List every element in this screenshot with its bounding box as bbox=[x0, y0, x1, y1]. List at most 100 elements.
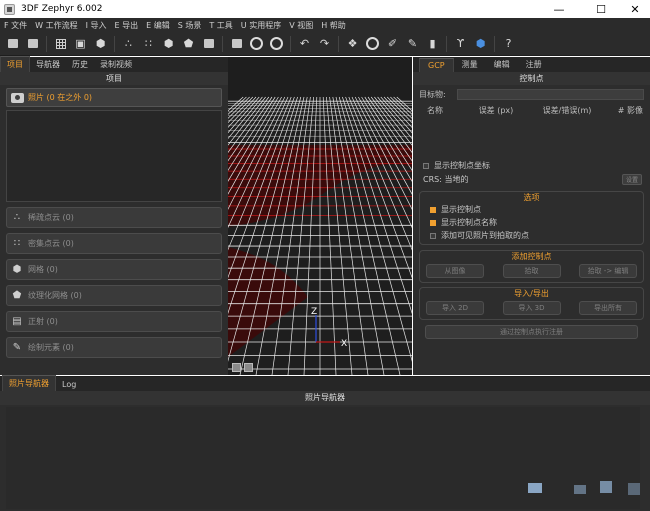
col-name: 名称 bbox=[427, 105, 443, 115]
viewport-small-button[interactable] bbox=[244, 363, 253, 372]
pick-button[interactable]: 拾取 bbox=[502, 264, 561, 278]
ruler-icon[interactable]: ✎ bbox=[406, 37, 419, 50]
tab-edit[interactable]: 编辑 bbox=[486, 57, 518, 72]
menu-scene[interactable]: S 场景 bbox=[178, 20, 202, 31]
target-select[interactable] bbox=[457, 88, 644, 100]
undo-icon[interactable]: ↶ bbox=[298, 37, 311, 50]
cube-icon[interactable]: ▣ bbox=[74, 37, 87, 50]
crs-label: CRS: bbox=[423, 175, 442, 184]
textured-mesh-icon[interactable]: ⬟ bbox=[182, 37, 195, 50]
camera-icon[interactable] bbox=[230, 37, 243, 50]
menu-file[interactable]: F 文件 bbox=[4, 20, 27, 31]
option-show-cp-names[interactable]: 显示控制点名称 bbox=[420, 216, 643, 229]
dense-cloud-label: 密集点云 (0) bbox=[28, 239, 74, 248]
mesh-button[interactable]: ⬢ 网格 (0) bbox=[6, 259, 222, 280]
menu-help[interactable]: H 帮助 bbox=[321, 20, 346, 31]
import-export-group: 导入/导出 导入 2D 导入 3D 导出所有 bbox=[419, 287, 644, 320]
drawing-icon: ✎ bbox=[12, 342, 22, 353]
tab-log[interactable]: Log bbox=[56, 378, 82, 391]
add-cp-title: 添加控制点 bbox=[511, 252, 552, 261]
toolbar-divider bbox=[46, 35, 47, 52]
sparse-cloud-icon: ∴ bbox=[13, 212, 21, 223]
close-button[interactable]: ✕ bbox=[622, 0, 648, 18]
tab-navigator[interactable]: 导航器 bbox=[30, 57, 66, 72]
tab-gcp[interactable]: GCP bbox=[419, 58, 454, 72]
textured-mesh-button[interactable]: ⬟ 纹理化网格 (0) bbox=[6, 285, 222, 306]
select-icon[interactable]: ❖ bbox=[346, 37, 359, 50]
folder-icon[interactable] bbox=[6, 37, 19, 50]
menu-view[interactable]: V 视图 bbox=[289, 20, 313, 31]
sparse-cloud-button[interactable]: ∴ 稀疏点云 (0) bbox=[6, 207, 222, 228]
cube-solid-icon[interactable]: ⬢ bbox=[94, 37, 107, 50]
show-cp-checkbox[interactable] bbox=[430, 206, 436, 213]
dense-cloud-button[interactable]: ∷ 密集点云 (0) bbox=[6, 233, 222, 254]
menu-export[interactable]: E 导出 bbox=[115, 20, 139, 31]
points-icon[interactable]: ∴ bbox=[122, 37, 135, 50]
photos-header[interactable]: 照片 (0 在之外 0) bbox=[6, 88, 222, 107]
ortho-label: 正射 (0) bbox=[28, 317, 58, 326]
export-all-button[interactable]: 导出所有 bbox=[579, 301, 637, 315]
show-coords-row[interactable]: 显示控制点坐标 bbox=[413, 159, 650, 172]
tab-photo-navigator[interactable]: 照片导航器 bbox=[2, 375, 56, 391]
refresh-icon[interactable] bbox=[250, 37, 263, 50]
textured-mesh-icon: ⬟ bbox=[12, 290, 22, 301]
menu-utilities[interactable]: U 实用程序 bbox=[241, 20, 281, 31]
toolbar-divider bbox=[114, 35, 115, 52]
stats-icon[interactable]: ▮ bbox=[426, 37, 439, 50]
axis-x-label: X bbox=[341, 339, 347, 349]
menu-import[interactable]: I 导入 bbox=[86, 20, 107, 31]
mesh-icon[interactable]: ⬢ bbox=[162, 37, 175, 50]
tab-measure[interactable]: 测量 bbox=[454, 57, 486, 72]
ortho-button[interactable]: ▤ 正射 (0) bbox=[6, 311, 222, 332]
show-coords-label: 显示控制点坐标 bbox=[434, 161, 490, 170]
import-2d-button[interactable]: 导入 2D bbox=[426, 301, 484, 315]
orthophoto-icon[interactable] bbox=[202, 37, 215, 50]
add-visible-photos-checkbox[interactable] bbox=[430, 232, 436, 239]
menu-tools[interactable]: T 工具 bbox=[209, 20, 232, 31]
crs-settings-button[interactable]: 设置 bbox=[622, 174, 642, 185]
add-cp-group: 添加控制点 从图像 拾取 拾取 -> 编辑 bbox=[419, 250, 644, 283]
redo-icon[interactable]: ↷ bbox=[318, 37, 331, 50]
from-image-button[interactable]: 从图像 bbox=[426, 264, 484, 278]
toolbar-divider bbox=[338, 35, 339, 52]
crs-row: CRS: 当地的 设置 bbox=[413, 172, 650, 187]
register-by-cp-button[interactable]: 通过控制点执行注册 bbox=[425, 325, 638, 339]
control-points-header: 名称 误差 (px) 误差/错误(m) # 影像 bbox=[413, 103, 650, 117]
minimize-button[interactable]: — bbox=[546, 0, 572, 18]
photos-list[interactable] bbox=[6, 110, 222, 202]
axes-icon[interactable]: ✐ bbox=[386, 37, 399, 50]
viewport-small-button[interactable] bbox=[232, 363, 241, 372]
option-show-cp[interactable]: 显示控制点 bbox=[420, 203, 643, 216]
pick-edit-button[interactable]: 拾取 -> 编辑 bbox=[579, 264, 637, 278]
rotate-icon[interactable] bbox=[270, 37, 283, 50]
dense-cloud-icon: ∷ bbox=[13, 238, 21, 249]
menu-edit[interactable]: E 编辑 bbox=[146, 20, 170, 31]
show-cp-names-checkbox[interactable] bbox=[430, 219, 436, 226]
view-cube-icon[interactable]: ⬢ bbox=[474, 37, 487, 50]
wrench-icon[interactable]: ϒ bbox=[454, 37, 467, 50]
drawing-button[interactable]: ✎ 绘制元素 (0) bbox=[6, 337, 222, 358]
save-icon[interactable] bbox=[26, 37, 39, 50]
points-dense-icon[interactable]: ∷ bbox=[142, 37, 155, 50]
option-add-visible-photos[interactable]: 添加可见照片到拍取的点 bbox=[420, 229, 643, 242]
tab-project[interactable]: 项目 bbox=[0, 56, 30, 72]
project-tabs: 项目 导航器 历史 录制视频 bbox=[0, 56, 228, 72]
col-images: # 影像 bbox=[617, 105, 643, 115]
photo-navigator-area[interactable] bbox=[6, 407, 640, 509]
tab-register[interactable]: 注册 bbox=[518, 57, 550, 72]
maximize-button[interactable]: ☐ bbox=[588, 0, 614, 18]
help-icon[interactable]: ? bbox=[502, 37, 515, 50]
3d-viewport[interactable]: ZX bbox=[228, 57, 412, 375]
menu-workflow[interactable]: W 工作流程 bbox=[35, 20, 77, 31]
circle-select-icon[interactable] bbox=[366, 37, 379, 50]
tab-record-video[interactable]: 录制视频 bbox=[94, 57, 138, 72]
show-coords-checkbox[interactable] bbox=[423, 162, 429, 169]
control-points-list[interactable] bbox=[413, 117, 650, 159]
grid-icon[interactable] bbox=[54, 37, 67, 50]
viewport-grid: ZX bbox=[228, 57, 412, 375]
tab-history[interactable]: 历史 bbox=[66, 57, 94, 72]
mesh-icon: ⬢ bbox=[12, 264, 22, 275]
window-title: 3DF Zephyr 6.002 bbox=[21, 4, 103, 14]
axis-z-label: Z bbox=[311, 307, 317, 317]
import-3d-button[interactable]: 导入 3D bbox=[502, 301, 561, 315]
